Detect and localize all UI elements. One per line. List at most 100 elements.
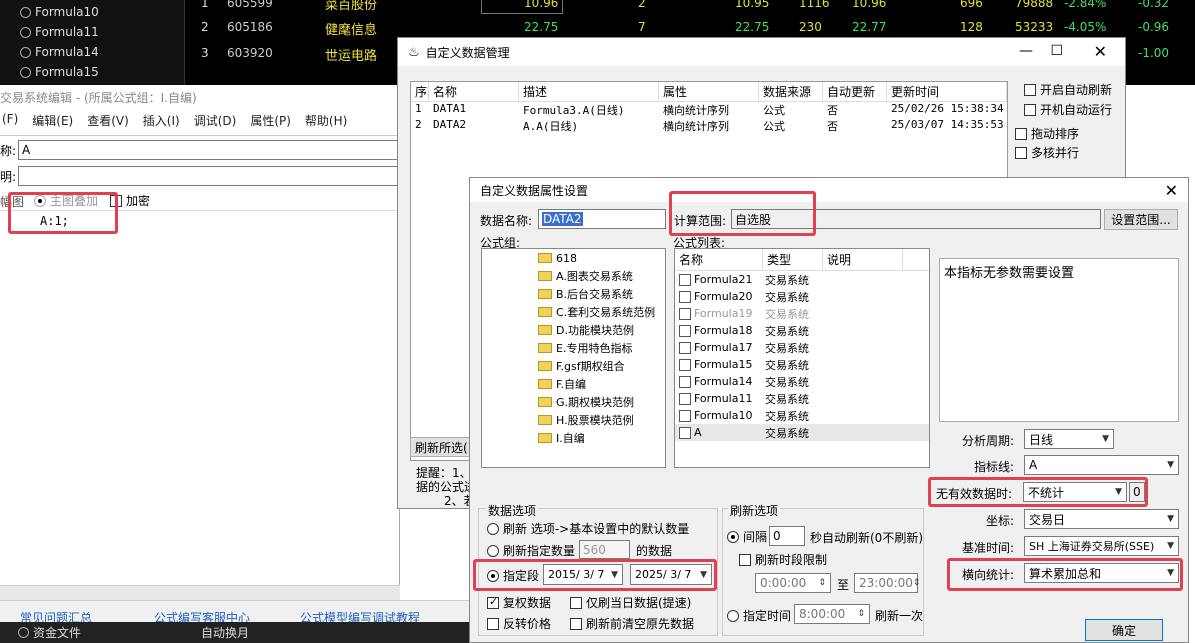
menu-help[interactable]: 帮助(H) — [305, 112, 347, 132]
tree-item[interactable]: C.套利交易系统范例 — [482, 303, 665, 321]
col-desc[interactable]: 描述 — [519, 82, 659, 101]
col-note[interactable]: 说明 — [823, 249, 903, 270]
formula-name-input[interactable]: A — [18, 140, 400, 160]
menu-file[interactable]: (F) — [2, 112, 18, 132]
tree-item[interactable]: G.期权模块范例 — [482, 393, 665, 411]
stock-name[interactable]: 菜百股份 — [325, 0, 377, 13]
interval-input[interactable]: 0 — [769, 526, 805, 546]
menu-edit[interactable]: 编辑(E) — [32, 112, 73, 132]
list-item[interactable]: Formula14 交易系统 — [675, 373, 929, 390]
time-limit-option[interactable]: 刷新时段限制 — [739, 551, 827, 568]
col-type[interactable]: 类型 — [763, 249, 823, 270]
refresh-count-option[interactable]: 刷新指定数量 — [487, 542, 575, 559]
multicore-option[interactable]: 多核并行 — [1015, 144, 1079, 161]
refresh-default-radio[interactable] — [487, 522, 499, 535]
tree-item[interactable]: Formula14 — [20, 42, 99, 62]
list-item[interactable]: Formula15 交易系统 — [675, 356, 929, 373]
tree-item[interactable]: 618 — [482, 249, 665, 267]
horizontal-scrollbar[interactable] — [0, 585, 400, 601]
tree-item[interactable]: H.股票模块范例 — [482, 411, 665, 429]
menu-insert[interactable]: 插入(I) — [143, 112, 180, 132]
multicore-checkbox[interactable] — [1015, 146, 1027, 159]
interval-radio[interactable] — [727, 530, 739, 543]
tree-item[interactable]: D.功能模块范例 — [482, 321, 665, 339]
drag-sort-checkbox[interactable] — [1015, 127, 1027, 140]
auto-refresh-checkbox[interactable] — [1024, 83, 1036, 96]
period-select[interactable]: 日线 ▼ — [1024, 429, 1114, 449]
close-icon[interactable]: ✕ — [1094, 42, 1107, 61]
today-only-option[interactable]: 仅刷当日数据(提速) — [570, 594, 691, 611]
col-time[interactable]: 更新时间 — [887, 82, 1007, 101]
interval-option[interactable]: 间隔 — [727, 528, 767, 545]
list-item[interactable]: Formula10 交易系统 — [675, 407, 929, 424]
close-icon[interactable]: ✕ — [1165, 181, 1178, 200]
today-only-checkbox[interactable] — [570, 596, 582, 609]
clear-before-refresh-option[interactable]: 刷新前清空原先数据 — [570, 615, 694, 632]
menu-properties[interactable]: 属性(P) — [250, 112, 291, 132]
auto-refresh-option[interactable]: 开启自动刷新 — [1024, 81, 1112, 98]
time-to-spinner[interactable]: 23:00:00 ⇕ — [854, 573, 920, 593]
formula-group-tree[interactable]: 618 A.图表交易系统 B.后台交易系统 C.套利交易系统范例 D.功能模块范… — [481, 248, 666, 468]
minimize-icon[interactable]: — — [1019, 43, 1033, 59]
auto-switch-label[interactable]: 自动换月 — [201, 624, 249, 641]
time-limit-checkbox[interactable] — [739, 553, 751, 566]
indicator-line-select[interactable]: A ▼ — [1024, 455, 1179, 475]
col-attr[interactable]: 属性 — [659, 82, 759, 101]
tree-item[interactable]: Formula10 — [20, 2, 99, 22]
list-item[interactable]: A 交易系统 — [675, 424, 929, 441]
formula-list[interactable]: 名称 类型 说明 Formula21 交易系统 Formula20 交易系统 For… — [674, 248, 930, 468]
set-range-button[interactable]: 设置范围... — [1104, 209, 1178, 230]
list-item[interactable]: Formula20 交易系统 — [675, 288, 929, 305]
startup-run-checkbox[interactable] — [1024, 103, 1036, 116]
app-logo-icon: ♨ — [408, 44, 420, 60]
menu-debug[interactable]: 调试(D) — [194, 112, 237, 132]
table-row[interactable]: 2 DATA2 A.A(日线) 横向统计序列 公式 否 25/03/07 14:… — [411, 118, 1007, 134]
col-source[interactable]: 数据来源 — [759, 82, 823, 101]
fund-file-item[interactable]: 资金文件 — [18, 624, 81, 641]
stock-code[interactable]: 605186 — [227, 20, 273, 34]
menu-view[interactable]: 查看(V) — [87, 112, 129, 132]
tree-item[interactable]: I.自编 — [482, 429, 665, 447]
list-item[interactable]: Formula18 交易系统 — [675, 322, 929, 339]
data-name-input[interactable]: DATA2 — [538, 209, 666, 229]
base-time-select[interactable]: SH 上海证券交易所(SSE) ▼ — [1024, 536, 1179, 556]
tree-item[interactable]: Formula15 — [20, 62, 99, 82]
list-item[interactable]: Formula19 交易系统 — [675, 305, 929, 322]
maximize-icon[interactable]: ☐ — [1050, 43, 1063, 59]
specified-time-radio[interactable] — [727, 609, 739, 622]
specified-time-option[interactable]: 指定时间 — [727, 607, 791, 624]
refresh-default-option[interactable]: 刷新 选项->基本设置中的默认数量 — [487, 520, 689, 537]
ok-button[interactable]: 确定 — [1085, 619, 1163, 641]
stock-name[interactable]: 世运电路 — [325, 45, 377, 64]
table-row[interactable]: 1 DATA1 Formula3.A(日线) 横向统计序列 公式 否 25/02… — [411, 102, 1007, 118]
clear-before-refresh-checkbox[interactable] — [570, 617, 582, 630]
list-item[interactable]: Formula11 交易系统 — [675, 390, 929, 407]
specified-time-spinner[interactable]: 8:00:00 ⇕ — [794, 604, 870, 624]
adjusted-data-checkbox[interactable] — [487, 595, 499, 609]
coord-select[interactable]: 交易日 ▼ — [1024, 509, 1179, 529]
list-item[interactable]: Formula21 交易系统 — [675, 271, 929, 288]
refresh-count-input[interactable]: 560 — [579, 540, 630, 559]
reverse-price-checkbox[interactable] — [487, 617, 499, 630]
drag-sort-option[interactable]: 拖动排序 — [1015, 125, 1079, 142]
tree-item[interactable]: F.自编 — [482, 375, 665, 393]
refresh-count-radio[interactable] — [487, 544, 499, 557]
col-name[interactable]: 名称 — [429, 82, 519, 101]
tree-item[interactable]: A.图表交易系统 — [482, 267, 665, 285]
formula-desc-input[interactable] — [18, 166, 400, 186]
startup-run-option[interactable]: 开机自动运行 — [1024, 101, 1112, 118]
tree-item[interactable]: E.专用特色指标 — [482, 339, 665, 357]
col-seq[interactable]: 序 — [411, 82, 429, 101]
time-from-spinner[interactable]: 0:00:00 ⇕ — [755, 573, 831, 593]
tree-item[interactable]: B.后台交易系统 — [482, 285, 665, 303]
list-item[interactable]: Formula17 交易系统 — [675, 339, 929, 356]
stock-name[interactable]: 健麾信息 — [325, 19, 377, 38]
tree-item[interactable]: F.gsf期权组合 — [482, 357, 665, 375]
stock-code[interactable]: 605599 — [227, 0, 273, 10]
col-auto[interactable]: 自动更新 — [823, 82, 887, 101]
stock-code[interactable]: 603920 — [227, 46, 273, 60]
reverse-price-option[interactable]: 反转价格 — [487, 615, 551, 632]
col-name[interactable]: 名称 — [675, 249, 763, 270]
adjusted-data-option[interactable]: 复权数据 — [487, 594, 551, 611]
tree-item[interactable]: Formula11 — [20, 22, 99, 42]
